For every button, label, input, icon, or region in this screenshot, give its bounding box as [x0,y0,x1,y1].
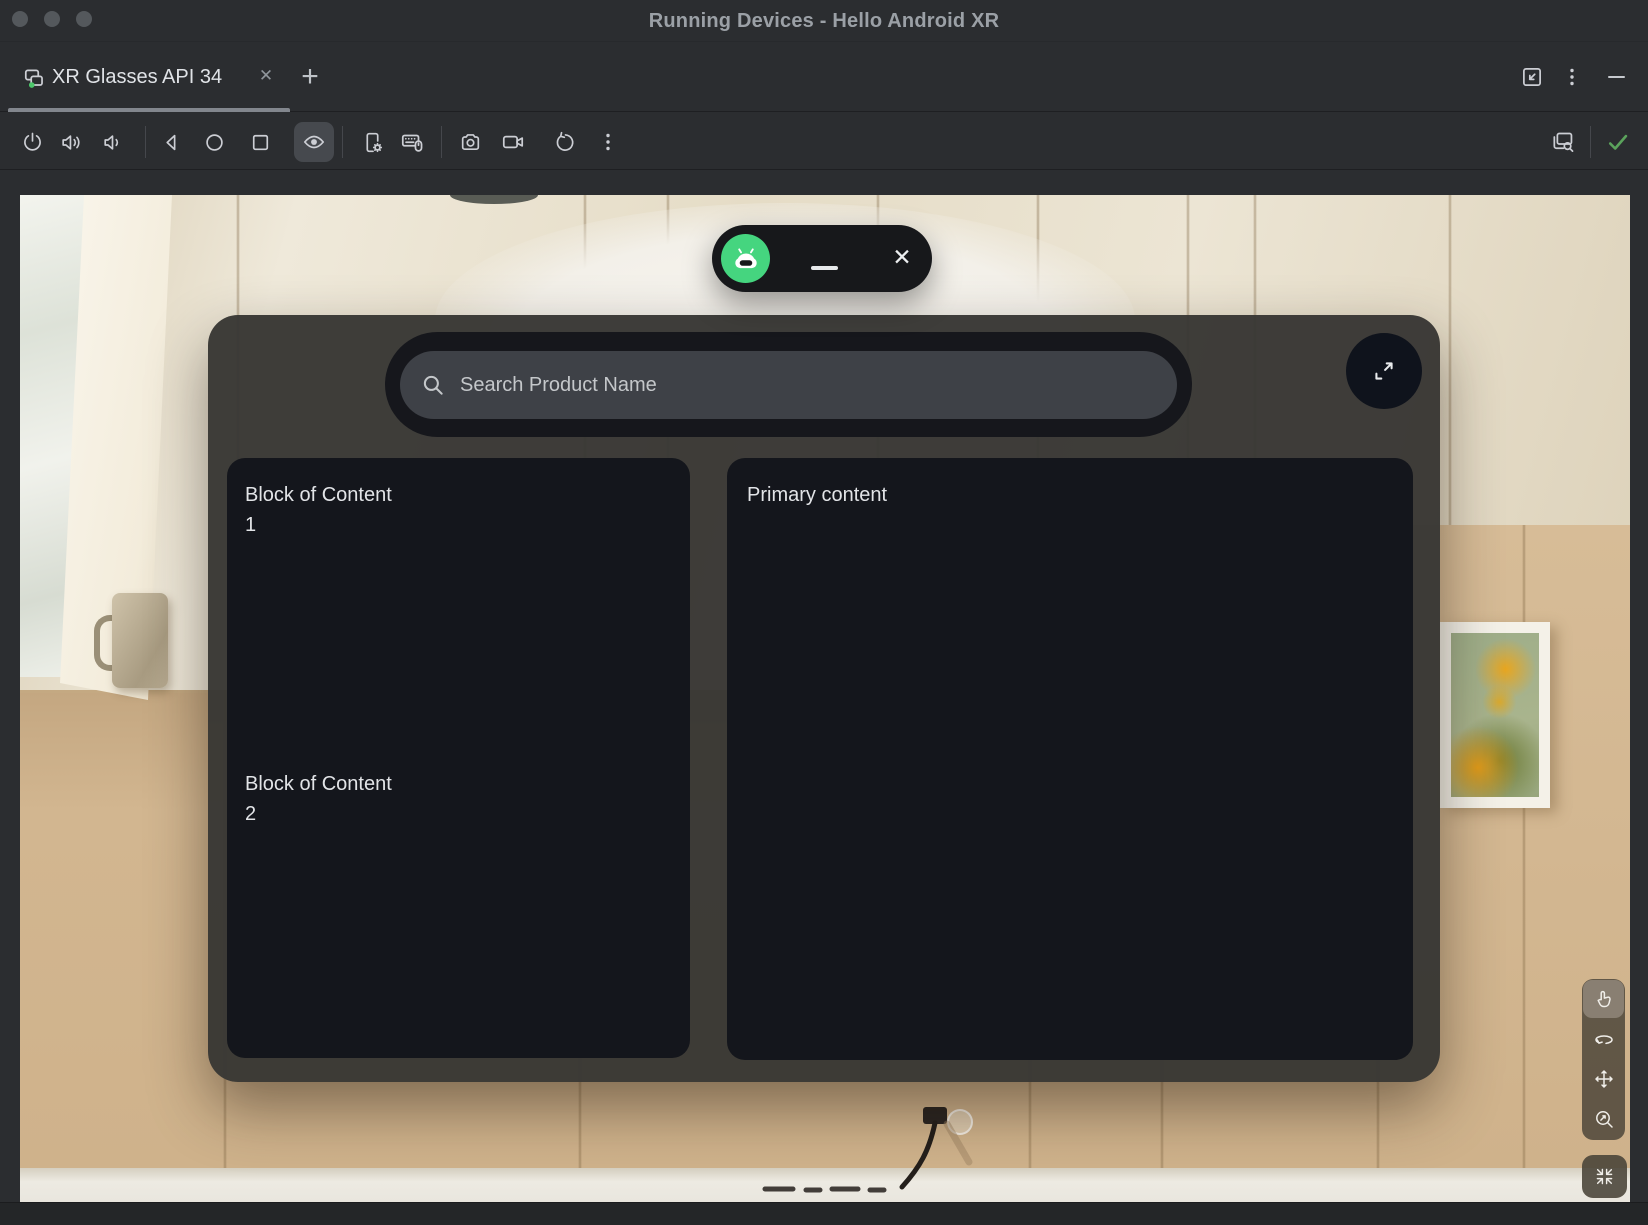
app-close-button[interactable]: ✕ [886,225,918,292]
hide-panel-button[interactable] [1598,59,1634,95]
volume-up-icon [59,130,84,155]
toolbar-separator [441,126,442,158]
home-button[interactable] [194,122,234,162]
window-title: Running Devices - Hello Android XR [0,0,1648,42]
tap-hand-icon [1592,987,1616,1011]
windows-zoom-icon [1550,129,1576,155]
tap-mode-button[interactable] [1583,980,1624,1018]
move-arrows-icon [1592,1067,1616,1091]
primary-content-block: Primary content [727,458,1413,1060]
dock-window-button[interactable] [1514,59,1550,95]
eye-icon [301,129,327,155]
view-controls-toolbar [1582,979,1625,1140]
ide-bottom-strip [0,1202,1648,1225]
primary-content-title: Primary content [747,480,887,510]
app-window-pill[interactable]: ✕ [712,225,932,292]
toolbar-menu-button[interactable] [588,122,628,162]
power-icon [20,130,45,155]
back-button[interactable] [151,122,191,162]
tab-label: XR Glasses API 34 [52,42,222,112]
zoom-magnifier-icon [1592,1107,1616,1131]
block-index: 1 [245,510,392,540]
collapse-inward-icon [1593,1165,1616,1188]
camera-icon [458,130,483,155]
tab-xr-glasses[interactable]: XR Glasses API 34 ✕ [8,42,290,112]
volume-down-button[interactable] [92,122,132,162]
add-tab-button[interactable]: + [292,60,328,96]
screenshot-button[interactable] [450,122,490,162]
kebab-menu-icon [596,130,620,154]
app-minimize-button[interactable] [811,266,838,270]
tab-bar-menu-button[interactable] [1554,59,1590,95]
tab-close-button[interactable]: ✕ [252,42,280,112]
app-badge[interactable] [721,234,770,283]
check-icon [1605,129,1631,155]
search-bar[interactable] [400,351,1177,419]
screen-record-button[interactable] [493,122,533,162]
kebab-menu-icon [1560,65,1584,89]
paired-device-icon [22,65,48,91]
rotate-mode-button[interactable] [1583,1020,1624,1058]
xr-headset-icon [730,243,762,275]
content-block-column: Block of Content 1 Block of Content 2 [227,458,690,1058]
window-titlebar: Running Devices - Hello Android XR [0,0,1648,42]
overview-square-icon [248,130,273,155]
android-studio-window: Running Devices - Hello Android XR XR Gl… [0,0,1648,1225]
tab-bar: XR Glasses API 34 ✕ + [0,42,1648,112]
toolbar-separator [1590,126,1591,158]
emulator-screen[interactable]: ✕ [20,195,1630,1202]
search-bar-container [385,332,1192,437]
keyboard-mouse-icon [399,129,425,155]
back-triangle-icon [159,130,184,155]
phone-gear-icon [360,130,385,155]
block-index: 2 [245,799,392,829]
power-button[interactable] [12,122,52,162]
hardware-input-button[interactable] [392,122,432,162]
expand-button[interactable] [1346,333,1422,409]
device-settings-button[interactable] [352,122,392,162]
active-tab-indicator [8,108,290,112]
orbit-rotate-icon [1592,1027,1616,1051]
rotate-reset-icon [553,130,578,155]
search-icon [420,372,446,398]
xr-app-panel: Block of Content 1 Block of Content 2 Pr… [208,315,1440,1082]
block-of-content-1: Block of Content 1 [245,480,392,540]
block-of-content-2: Block of Content 2 [245,769,392,829]
eye-tracking-button[interactable] [294,122,334,162]
home-circle-icon [202,130,227,155]
volume-up-button[interactable] [51,122,91,162]
emulator-toolbar [0,113,1648,170]
collapse-controls-button[interactable] [1582,1155,1627,1198]
volume-down-icon [100,130,125,155]
block-title: Block of Content [245,480,392,510]
snapshot-ok-indicator [1598,122,1638,162]
overview-button[interactable] [240,122,280,162]
reset-view-button[interactable] [545,122,585,162]
expand-icon [1371,358,1397,384]
toolbar-separator [342,126,343,158]
minimize-icon [1608,76,1625,78]
dock-arrow-icon [1519,64,1545,90]
toolbar-separator [145,126,146,158]
block-title: Block of Content [245,769,392,799]
search-input[interactable] [446,351,1177,419]
video-camera-icon [500,129,526,155]
pan-mode-button[interactable] [1583,1060,1624,1098]
zoom-mode-button[interactable] [1583,1100,1624,1138]
display-mode-button[interactable] [1543,122,1583,162]
